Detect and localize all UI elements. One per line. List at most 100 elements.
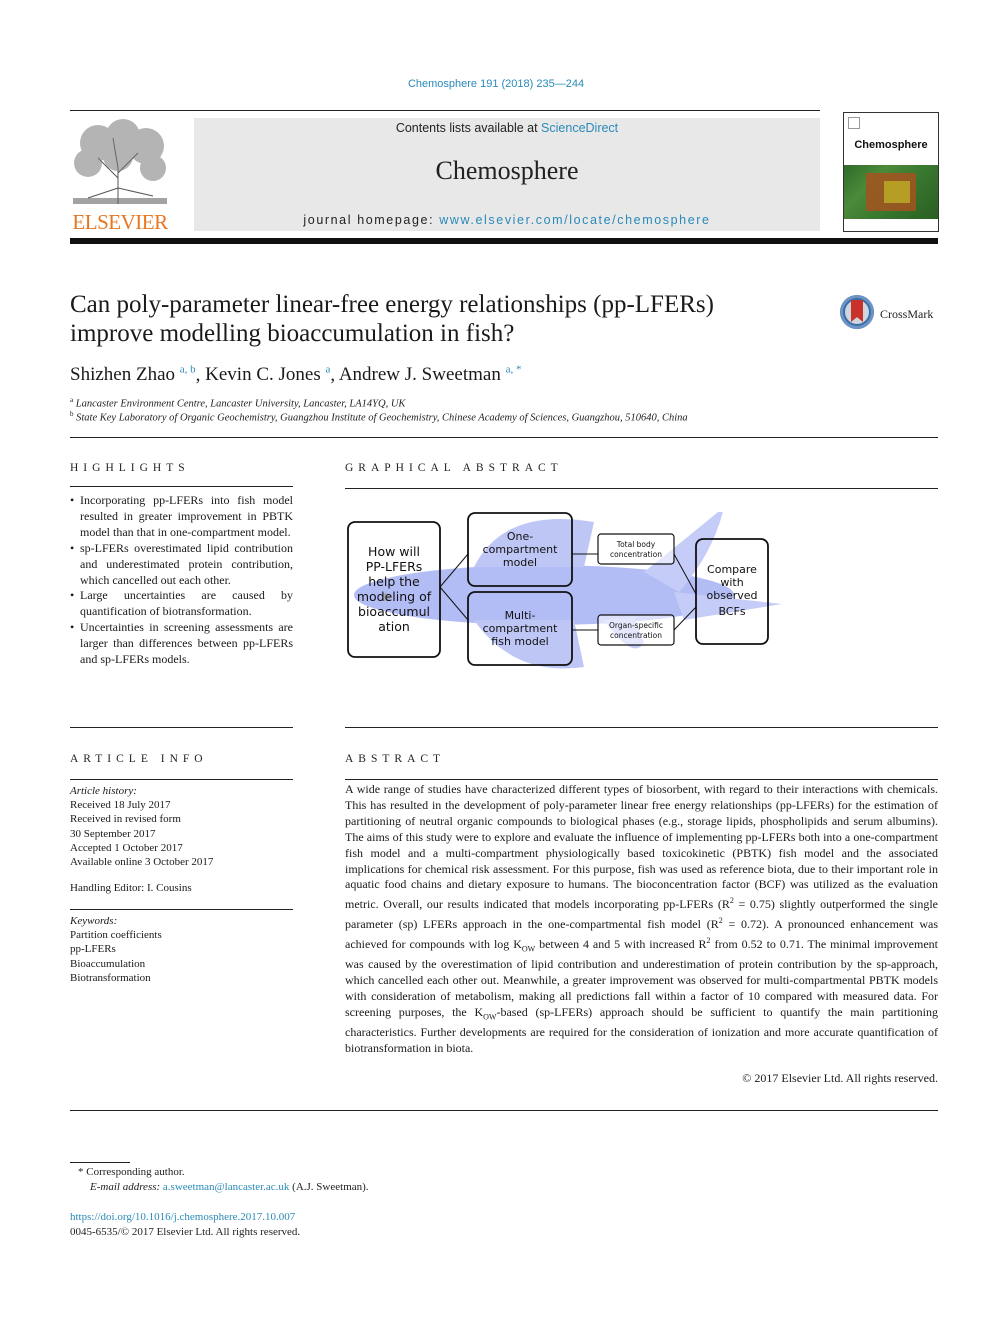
abstract-text-segment: between 4 and 5 with increased R xyxy=(535,937,707,952)
question-text: bioaccumul xyxy=(358,604,430,619)
highlights-end-rule xyxy=(70,727,293,728)
total-body-text: concentration xyxy=(610,550,662,559)
multi-compartment-text: fish model xyxy=(491,635,548,648)
history-entry: 30 September 2017 xyxy=(70,827,156,840)
author-list: Shizhen Zhao a, b, Kevin C. Jones a, And… xyxy=(70,364,521,386)
keywords-label: Keywords: xyxy=(70,915,118,927)
keyword[interactable]: Bioaccumulation xyxy=(70,957,293,971)
subscript: OW xyxy=(483,1012,497,1022)
elsevier-wordmark: ELSEVIER xyxy=(72,210,168,234)
journal-cover-thumbnail[interactable]: Chemosphere xyxy=(843,112,939,232)
multi-compartment-text: compartment xyxy=(483,622,559,635)
contents-line: Contents lists available at ScienceDirec… xyxy=(194,121,820,135)
graphical-abstract-heading: GRAPHICAL ABSTRACT xyxy=(345,462,563,474)
keyword[interactable]: pp-LFERs xyxy=(70,942,293,956)
multi-compartment-text: Multi- xyxy=(505,609,536,622)
question-text: ation xyxy=(378,619,410,634)
author[interactable]: Shizhen Zhao a, b xyxy=(70,364,196,385)
article-title: Can poly-parameter linear-free energy re… xyxy=(70,290,810,348)
graphical-abstract-diagram: How will PP-LFERs help the modeling of b… xyxy=(347,507,782,669)
one-compartment-text: One- xyxy=(507,530,533,543)
compare-text: observed xyxy=(707,589,758,602)
affiliation: a Lancaster Environment Centre, Lancaste… xyxy=(70,396,405,410)
cover-publisher-icon xyxy=(848,117,860,129)
journal-name: Chemosphere xyxy=(435,156,579,185)
graphical-abstract-end-rule xyxy=(345,727,938,728)
email-suffix: (A.J. Sweetman). xyxy=(289,1181,369,1193)
graphical-abstract-figure[interactable]: How will PP-LFERs help the modeling of b… xyxy=(344,507,784,672)
doi-link[interactable]: https://doi.org/10.1016/j.chemosphere.20… xyxy=(70,1211,295,1223)
corresponding-author-note: * Corresponding author. xyxy=(78,1166,185,1178)
email-label: E-mail address: xyxy=(90,1181,163,1193)
title-line-1: Can poly-parameter linear-free energy re… xyxy=(70,291,714,318)
keywords-rule xyxy=(70,909,293,910)
organ-specific-text: Organ-specific xyxy=(609,621,663,630)
author-name: Kevin C. Jones xyxy=(205,364,321,386)
highlights-rule xyxy=(70,486,293,487)
history-entry: Received 18 July 2017 xyxy=(70,799,171,812)
keyword[interactable]: Partition coefficients xyxy=(70,928,293,942)
email-link[interactable]: a.sweetman@lancaster.ac.uk xyxy=(163,1181,290,1193)
header-thick-rule xyxy=(70,238,938,244)
affiliation-key: a xyxy=(70,396,74,404)
abstract-body: A wide range of studies have characteriz… xyxy=(345,782,938,1057)
contents-prefix: Contents lists available at xyxy=(395,121,542,135)
header-rule xyxy=(70,110,820,111)
crossmark-button[interactable]: CrossMark xyxy=(840,295,950,335)
compare-text: BCFs xyxy=(718,605,745,618)
graphical-abstract-rule xyxy=(345,488,938,489)
abstract-text-segment: A wide range of studies have characteriz… xyxy=(345,782,938,912)
article-history-label: Article history: xyxy=(70,785,137,797)
affiliation-text: Lancaster Environment Centre, Lancaster … xyxy=(75,398,406,410)
author-affiliation-marker[interactable]: a, b xyxy=(180,364,196,376)
journal-citation[interactable]: Chemosphere 191 (2018) 235—244 xyxy=(0,78,992,90)
history-entry: Received in revised form xyxy=(70,813,181,826)
crossmark-label: CrossMark xyxy=(880,307,934,321)
subscript: OW xyxy=(521,944,536,954)
highlights-list: Incorporating pp-LFERs into fish model r… xyxy=(70,493,293,668)
cover-yellow-block xyxy=(884,181,910,203)
elsevier-logo[interactable]: ELSEVIER xyxy=(68,118,172,234)
affiliation-text: State Key Laboratory of Organic Geochemi… xyxy=(76,412,688,424)
article-info: Article history: Received 18 July 2017 R… xyxy=(70,784,293,895)
author-name: Andrew J. Sweetman xyxy=(338,364,501,386)
article-info-rule xyxy=(70,779,293,780)
history-entry: Accepted 1 October 2017 xyxy=(70,841,183,854)
total-body-text: Total body xyxy=(616,540,656,549)
keywords-block: Keywords: Partition coefficients pp-LFER… xyxy=(70,914,293,985)
issn-line: 0045-6535/© 2017 Elsevier Ltd. All right… xyxy=(70,1226,301,1238)
question-text: help the xyxy=(368,574,420,589)
sciencedirect-link[interactable]: ScienceDirect xyxy=(541,121,618,135)
author-affiliation-marker[interactable]: a, * xyxy=(506,364,522,376)
cover-leaf-image xyxy=(844,165,938,219)
section-divider xyxy=(70,437,938,438)
crossmark-icon xyxy=(840,295,874,329)
homepage-prefix: journal homepage: xyxy=(303,213,440,227)
author-separator: , xyxy=(330,364,339,386)
homepage-link[interactable]: www.elsevier.com/locate/chemosphere xyxy=(439,213,710,227)
organ-specific-box xyxy=(597,614,675,646)
organ-specific-text: concentration xyxy=(610,631,662,640)
article-info-heading: ARTICLE INFO xyxy=(70,753,208,765)
highlight-item: Uncertainties in screening assessments a… xyxy=(70,620,293,668)
journal-masthead: Contents lists available at ScienceDirec… xyxy=(194,118,820,231)
cover-title: Chemosphere xyxy=(854,139,928,151)
body-end-rule xyxy=(70,1110,938,1111)
highlight-item: Large uncertainties are caused by quanti… xyxy=(70,588,293,620)
author[interactable]: Kevin C. Jones a xyxy=(205,364,330,385)
abstract-copyright: © 2017 Elsevier Ltd. All rights reserved… xyxy=(742,1071,938,1085)
author[interactable]: Andrew J. Sweetman a, * xyxy=(339,364,522,385)
highlights-heading: HIGHLIGHTS xyxy=(70,462,190,474)
affiliation: b State Key Laboratory of Organic Geoche… xyxy=(70,410,688,424)
compare-text: with xyxy=(720,576,743,589)
elsevier-tree-icon xyxy=(73,119,167,204)
journal-homepage: journal homepage: www.elsevier.com/locat… xyxy=(194,213,820,227)
question-text: PP-LFERs xyxy=(366,559,423,574)
question-text: How will xyxy=(368,544,420,559)
author-separator: , xyxy=(195,364,206,386)
one-compartment-text: compartment xyxy=(483,543,559,556)
footnote-rule xyxy=(70,1162,130,1163)
title-line-2: improve modelling bioaccumulation in fis… xyxy=(70,320,515,347)
keyword[interactable]: Biotransformation xyxy=(70,971,293,985)
question-text: modeling of xyxy=(357,589,432,604)
